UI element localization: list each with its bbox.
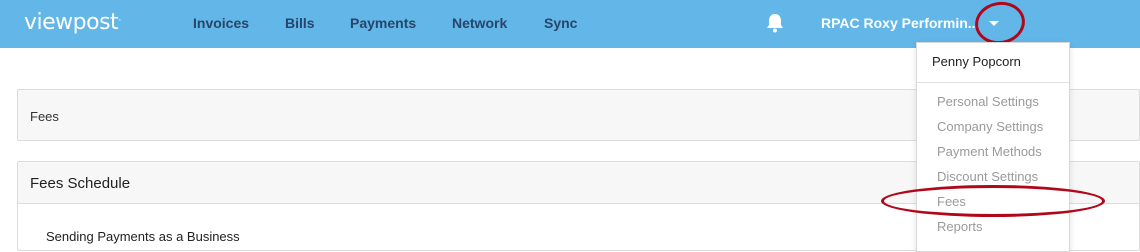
menu-personal-settings[interactable]: Personal Settings [937, 94, 1039, 109]
nav-payments[interactable]: Payments [350, 15, 416, 31]
company-name[interactable]: RPAC Roxy Performin... [821, 15, 979, 31]
fees-panel-title: Fees [30, 109, 59, 124]
menu-company-settings[interactable]: Company Settings [937, 119, 1043, 134]
annotation-ellipse [881, 185, 1105, 217]
nav-bills[interactable]: Bills [285, 15, 315, 31]
bell-icon[interactable] [764, 12, 786, 34]
account-dropdown-menu: Penny Popcorn Personal Settings Company … [916, 42, 1070, 252]
menu-discount-settings[interactable]: Discount Settings [937, 169, 1038, 184]
nav-invoices[interactable]: Invoices [193, 15, 249, 31]
user-name-label: Penny Popcorn [932, 54, 1021, 69]
menu-payment-methods[interactable]: Payment Methods [937, 144, 1042, 159]
menu-reports[interactable]: Reports [937, 219, 983, 234]
top-nav-bar: viewpost. Invoices Bills Payments Networ… [0, 0, 1140, 48]
nav-sync[interactable]: Sync [544, 15, 577, 31]
viewpost-logo[interactable]: viewpost. [24, 10, 121, 35]
dropdown-user-name: Penny Popcorn [917, 43, 1069, 83]
fees-schedule-title: Fees Schedule [30, 175, 131, 192]
sending-payments-heading: Sending Payments as a Business [46, 229, 240, 244]
nav-network[interactable]: Network [452, 15, 507, 31]
